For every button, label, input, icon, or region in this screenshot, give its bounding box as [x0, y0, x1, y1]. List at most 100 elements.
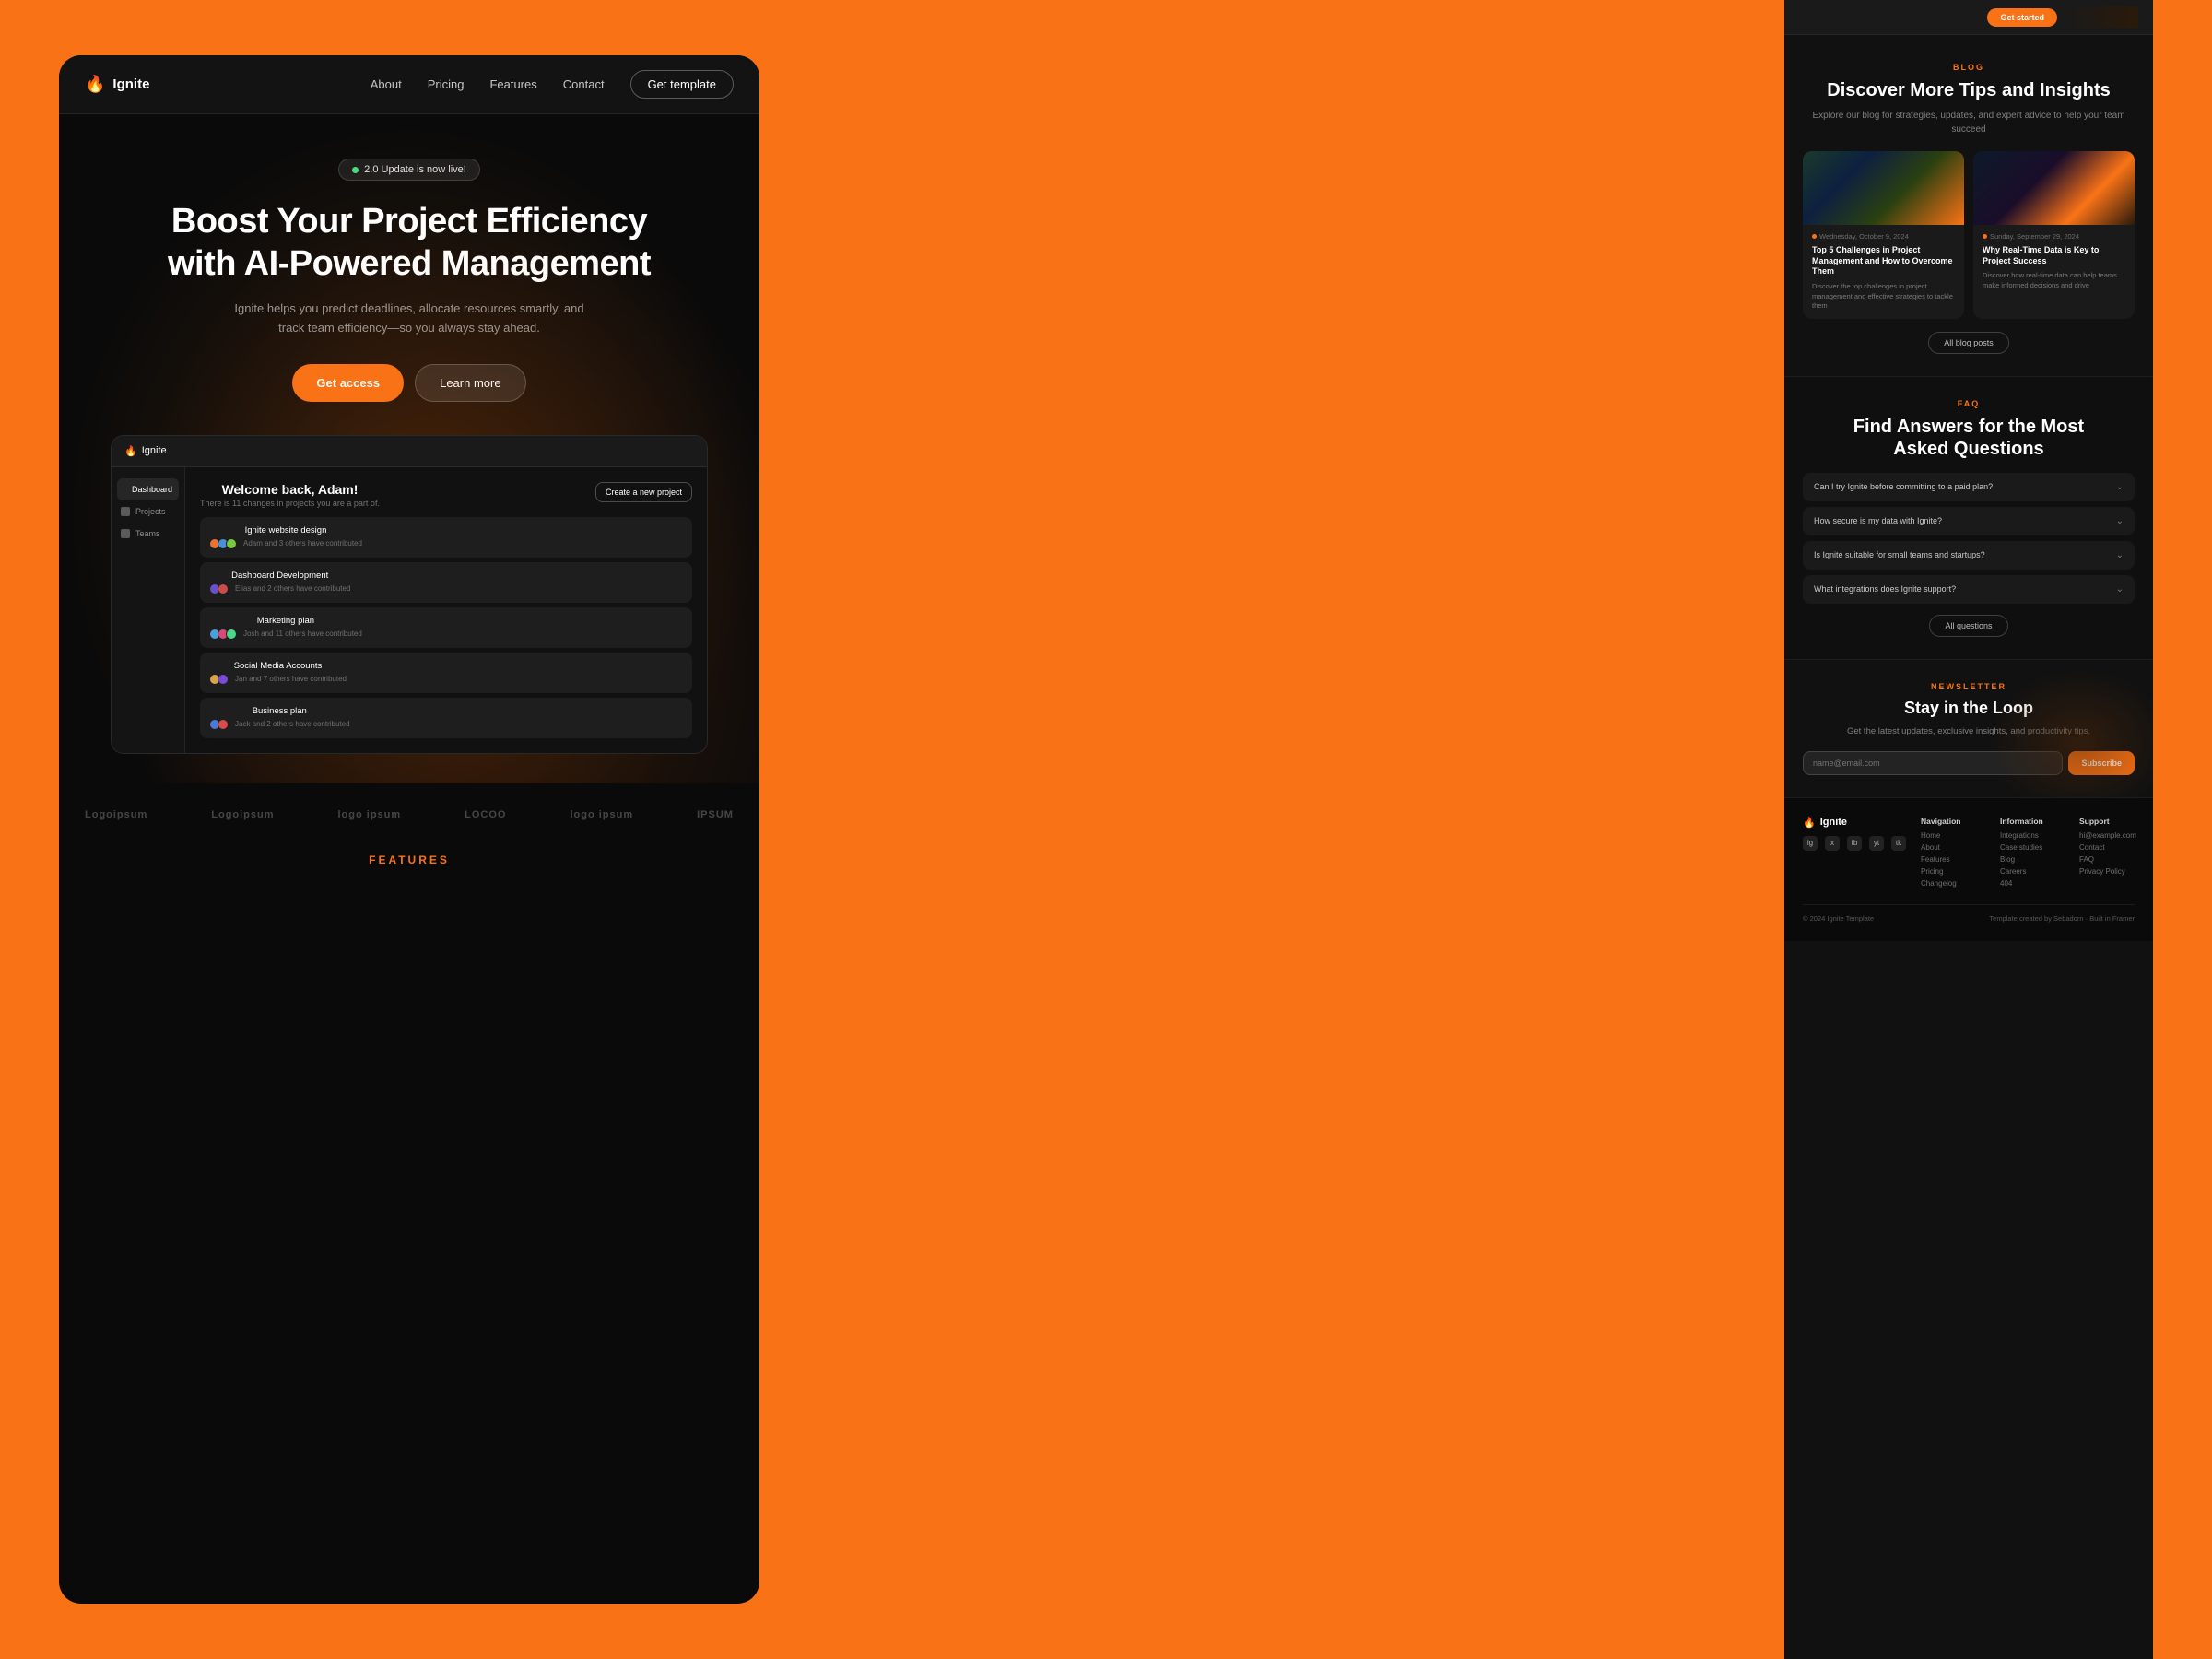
blog-card-image-0 [1803, 151, 1964, 225]
footer-brand-name: 🔥 Ignite [1803, 817, 1906, 829]
hero-image-strip [2065, 6, 2138, 29]
teams-icon [121, 529, 130, 538]
dash-welcome-row: Welcome back, Adam! There is 11 changes … [200, 482, 692, 508]
navbar: 🔥 Ignite About Pricing Features Contact … [59, 55, 759, 114]
chevron-down-icon: ⌄ [2116, 482, 2124, 492]
nav-features[interactable]: Features [489, 77, 536, 91]
nav-contact[interactable]: Contact [563, 77, 605, 91]
project-info: Dashboard Development Elias and 2 others… [209, 571, 350, 594]
progress-circle-1 [657, 570, 683, 595]
learn-more-button[interactable]: Learn more [415, 364, 525, 402]
project-name: Marketing plan [209, 616, 362, 626]
project-info: Ignite website design Adam and 3 others … [209, 525, 362, 549]
brand-name: Ignite [112, 76, 149, 92]
avatars [209, 538, 234, 549]
footer-copyright: © 2024 Ignite Template [1803, 914, 1874, 923]
brand: 🔥 Ignite [85, 75, 149, 94]
sidebar-item-teams[interactable]: Teams [112, 523, 184, 545]
sidebar-item-projects[interactable]: Projects [112, 500, 184, 523]
project-contributors: Elias and 2 others have contributed [209, 583, 350, 594]
dash-header: 🔥 Ignite [112, 436, 707, 467]
logo-3: LOCOO [465, 809, 506, 820]
logo-5: IPSUM [697, 809, 734, 820]
footer-info-col: Information Integrations Case studies Bl… [2000, 817, 2065, 891]
blog-card-image-1 [1973, 151, 2135, 225]
logos-section: Logoipsum Logoipsum logo ipsum LOCOO log… [59, 783, 759, 839]
faq-item-0[interactable]: Can I try Ignite before committing to a … [1803, 473, 2135, 501]
faq-section: FAQ Find Answers for the Most Asked Ques… [1784, 376, 2153, 659]
blog-card-body-0: Wednesday, October 9, 2024 Top 5 Challen… [1803, 225, 1964, 319]
tiktok-icon[interactable]: tk [1891, 836, 1906, 851]
faq-tag: FAQ [1803, 399, 2135, 408]
chevron-down-icon: ⌄ [2116, 584, 2124, 594]
blog-tag: BLOG [1803, 63, 2135, 72]
project-list: Ignite website design Adam and 3 others … [200, 517, 692, 738]
faq-item-1[interactable]: How secure is my data with Ignite? ⌄ [1803, 507, 2135, 535]
instagram-icon[interactable]: ig [1803, 836, 1818, 851]
faq-item-3[interactable]: What integrations does Ignite support? ⌄ [1803, 575, 2135, 604]
dash-main: Welcome back, Adam! There is 11 changes … [185, 467, 707, 753]
nav-about[interactable]: About [371, 77, 402, 91]
dash-sidebar: Dashboard Projects Teams [112, 467, 185, 753]
avatars [209, 583, 226, 594]
sidebar-item-dashboard[interactable]: Dashboard [117, 478, 179, 500]
avatars [209, 674, 226, 685]
dash-brand: 🔥 Ignite [124, 445, 167, 457]
hero-section: 2.0 Update is now live! Boost Your Proje… [59, 114, 759, 783]
footer-support-col: Support hi@example.com Contact FAQ Priva… [2079, 817, 2144, 891]
blog-card-body-1: Sunday, September 29, 2024 Why Real-Time… [1973, 225, 2135, 298]
new-project-button[interactable]: Create a new project [595, 482, 692, 502]
faq-list: Can I try Ignite before committing to a … [1803, 473, 2135, 604]
blog-card-title-0: Top 5 Challenges in Project Management a… [1812, 245, 1955, 277]
logo-1: Logoipsum [211, 809, 274, 820]
blog-date-1: Sunday, September 29, 2024 [1983, 232, 2125, 241]
blog-cards: Wednesday, October 9, 2024 Top 5 Challen… [1803, 151, 2135, 319]
logo-4: logo ipsum [570, 809, 633, 820]
all-posts-button[interactable]: All blog posts [1928, 332, 2009, 354]
blog-card-excerpt-1: Discover how real-time data can help tea… [1983, 271, 2125, 290]
chevron-down-icon: ⌄ [2116, 550, 2124, 560]
update-dot [352, 167, 359, 173]
right-panel: Get started BLOG Discover More Tips and … [1784, 0, 2153, 1659]
left-panel: 🔥 Ignite About Pricing Features Contact … [59, 55, 759, 1604]
dash-welcome-info: Welcome back, Adam! There is 11 changes … [200, 482, 380, 508]
badge-text: 2.0 Update is now live! [364, 164, 466, 175]
table-row: Dashboard Development Elias and 2 others… [200, 562, 692, 603]
footer-bottom: © 2024 Ignite Template Template created … [1803, 904, 2135, 923]
project-contributors: Josh and 11 others have contributed [209, 629, 362, 640]
right-top-card: Get started [1784, 0, 2153, 35]
logo-0: Logoipsum [85, 809, 147, 820]
x-icon[interactable]: x [1825, 836, 1840, 851]
blog-date-dot-1 [1983, 234, 1987, 239]
footer-brand: 🔥 Ignite ig x fb yt tk [1803, 817, 1906, 891]
blog-card-excerpt-0: Discover the top challenges in project m… [1812, 282, 1955, 312]
dash-body: Dashboard Projects Teams Welcome back, [112, 467, 707, 753]
progress-circle-4 [657, 705, 683, 731]
avatars [209, 629, 234, 640]
table-row: Marketing plan Josh and 11 others have c… [200, 607, 692, 648]
project-name: Business plan [209, 706, 350, 716]
project-name: Ignite website design [209, 525, 362, 535]
facebook-icon[interactable]: fb [1847, 836, 1862, 851]
blog-title: Discover More Tips and Insights [1803, 79, 2135, 101]
footer-top: 🔥 Ignite ig x fb yt tk Navigation Home A… [1803, 817, 2135, 891]
youtube-icon[interactable]: yt [1869, 836, 1884, 851]
project-name: Social Media Accounts [209, 661, 347, 671]
get-started-button[interactable]: Get started [1987, 8, 2057, 27]
blog-section: BLOG Discover More Tips and Insights Exp… [1784, 37, 2153, 376]
brand-icon: 🔥 [85, 75, 105, 94]
all-questions-button[interactable]: All questions [1929, 615, 2007, 637]
table-row: Social Media Accounts Jan and 7 others h… [200, 653, 692, 693]
newsletter-section: NEWSLETTER Stay in the Loop Get the late… [1784, 659, 2153, 797]
faq-item-2[interactable]: Is Ignite suitable for small teams and s… [1803, 541, 2135, 570]
get-access-button[interactable]: Get access [292, 364, 404, 402]
get-template-button[interactable]: Get template [630, 70, 734, 99]
footer-credit: Template created by Sebadorn · Built in … [1989, 914, 2135, 923]
footer-nav-col: Navigation Home About Features Pricing C… [1921, 817, 1985, 891]
project-info: Social Media Accounts Jan and 7 others h… [209, 661, 347, 685]
dashboard-preview: 🔥 Ignite Dashboard Projects [111, 435, 708, 754]
table-row: Business plan Jack and 2 others have con… [200, 698, 692, 738]
nav-links: About Pricing Features Contact [371, 77, 605, 91]
project-contributors: Jan and 7 others have contributed [209, 674, 347, 685]
nav-pricing[interactable]: Pricing [428, 77, 465, 91]
